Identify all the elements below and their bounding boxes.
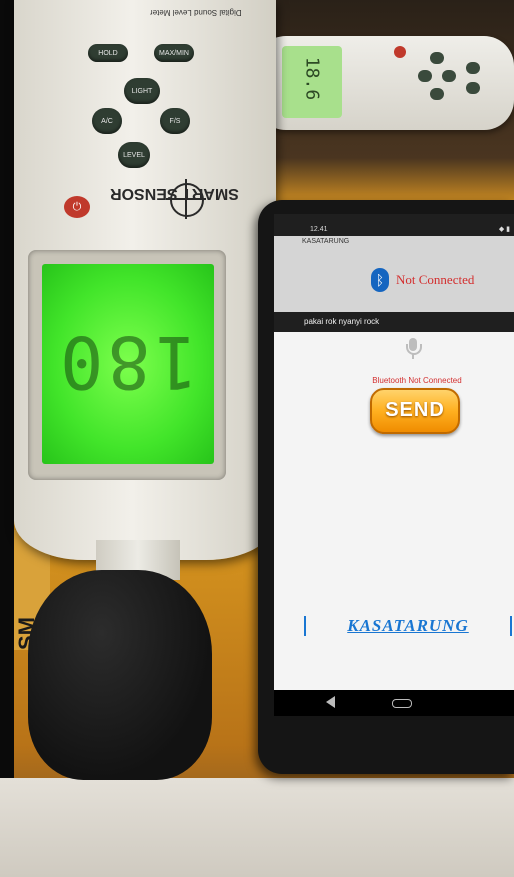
app-title: KASATARUNG <box>302 238 350 245</box>
speech-result-text: pakai rok nyanyi rock <box>304 317 380 326</box>
small-meter-button <box>430 52 444 64</box>
home-icon[interactable] <box>392 699 412 708</box>
small-meter-button <box>466 62 480 74</box>
small-meter-button <box>418 70 432 82</box>
app-logo: KASATARUNG <box>304 616 512 636</box>
meter-button-a-c: A/C <box>92 108 122 134</box>
meter-button-hold: HOLD <box>88 44 128 62</box>
power-icon: ⏻ <box>64 196 90 218</box>
small-meter-power-icon <box>394 46 406 58</box>
microphone-icon[interactable] <box>406 338 422 360</box>
speech-result-bar: pakai rok nyanyi rock <box>274 312 514 332</box>
small-meter-button <box>442 70 456 82</box>
meter-button-max-min: MAX/MIN <box>154 44 194 62</box>
meter-reading: 180 <box>55 320 199 404</box>
meter-button-f-s: F/S <box>160 108 190 134</box>
send-button[interactable]: SEND <box>370 388 460 434</box>
white-surface <box>0 778 514 877</box>
meter-title: Digital Sound Level Meter <box>150 8 242 17</box>
small-meter-button <box>430 88 444 100</box>
back-icon[interactable] <box>326 696 335 708</box>
navigation-bar <box>274 690 514 716</box>
status-icons: ◆ ▮ <box>498 226 510 233</box>
meter-button-light: LIGHT <box>124 78 160 104</box>
dark-edge <box>0 0 14 877</box>
connection-status: Not Connected <box>396 272 475 287</box>
bluetooth-status: Bluetooth Not Connected <box>372 376 462 385</box>
small-meter-reading: 18.6 <box>301 56 323 101</box>
app-header: KASATARUNG ᛒ Not Connected <box>274 236 514 312</box>
meter-brand: SMART SENSOR <box>110 185 239 202</box>
small-meter-button <box>466 82 480 94</box>
status-bar: 12.41 ◆ ▮ <box>274 214 514 236</box>
meter-button-level: LEVEL <box>118 142 150 168</box>
status-time: 12.41 <box>310 226 328 233</box>
phone-screen: 12.41 ◆ ▮ KASATARUNG ᛒ Not Connected pak… <box>274 214 514 716</box>
bluetooth-icon[interactable]: ᛒ <box>371 268 389 292</box>
microphone-windscreen <box>28 570 212 780</box>
